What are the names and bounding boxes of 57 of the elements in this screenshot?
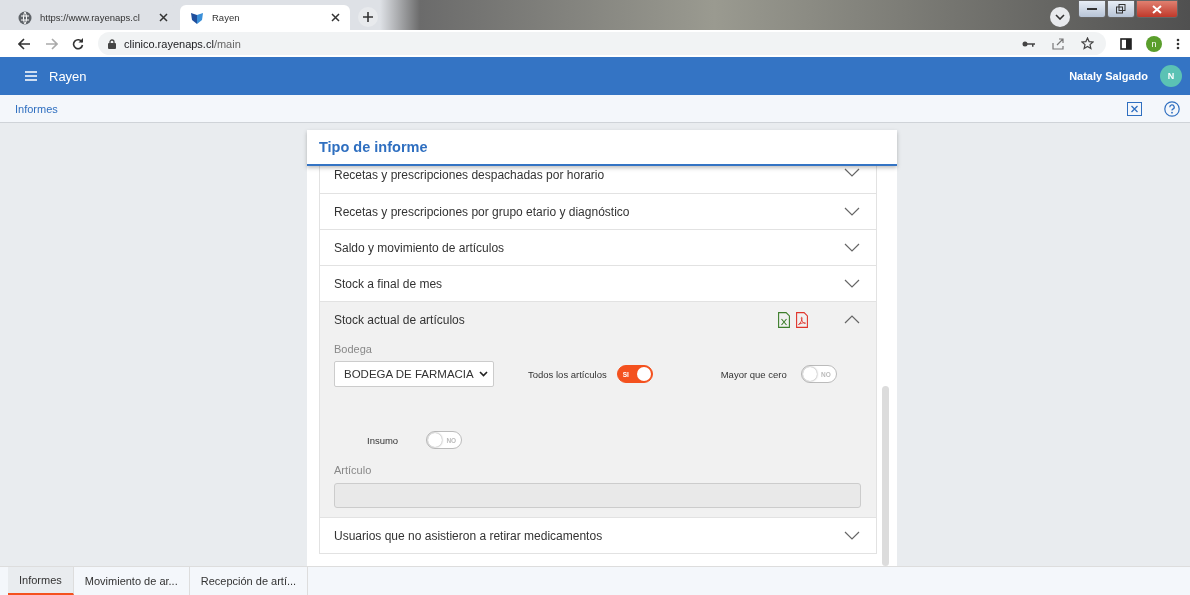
chevron-down-icon[interactable] <box>844 207 860 216</box>
chevron-up-icon[interactable] <box>844 315 860 324</box>
app-title: Rayen <box>49 68 87 84</box>
menu-icon[interactable] <box>1176 37 1180 50</box>
field-label: Artículo <box>334 464 373 476</box>
card-title: Tipo de informe <box>319 139 428 155</box>
chevron-down-icon[interactable] <box>844 243 860 252</box>
toggle-label: Mayor que cero <box>720 368 787 380</box>
report-header[interactable]: Stock a final de mes <box>320 266 876 301</box>
chevron-down-icon <box>1055 14 1065 20</box>
star-icon[interactable] <box>1081 37 1094 50</box>
bottom-tab[interactable]: Informes <box>8 567 74 595</box>
pdf-file-icon[interactable] <box>796 311 808 328</box>
help-icon[interactable] <box>1164 100 1180 117</box>
minimize-button[interactable] <box>1078 0 1106 18</box>
new-tab-button[interactable] <box>358 7 378 27</box>
minimize-icon <box>1087 7 1097 11</box>
close-icon[interactable] <box>331 13 340 22</box>
field-label: Bodega <box>334 343 373 355</box>
lock-icon <box>108 38 116 49</box>
toggle-label: Insumo <box>367 434 399 446</box>
browser-tab[interactable]: Rayen <box>180 5 350 30</box>
report-header[interactable]: Stock actual de artículos <box>320 302 876 337</box>
globe-icon <box>18 10 32 25</box>
close-icon[interactable] <box>159 13 168 22</box>
caret-icon <box>479 371 488 377</box>
breadcrumb[interactable]: Informes <box>15 102 58 115</box>
scrollbar[interactable] <box>882 386 889 566</box>
user-name[interactable]: Nataly Salgado <box>1069 70 1148 82</box>
report-header[interactable]: Recetas y prescripciones despachadas por horario <box>320 166 876 193</box>
tab-search-button[interactable] <box>1050 7 1070 27</box>
chevron-down-icon[interactable] <box>844 531 860 540</box>
key-icon[interactable] <box>1022 39 1036 48</box>
report-header[interactable]: Saldo y movimiento de artículos <box>320 230 876 265</box>
reload-icon[interactable] <box>72 37 84 50</box>
back-icon[interactable] <box>18 37 31 50</box>
report-header[interactable]: Usuarios que no asistieron a retirar medicamentos <box>320 518 876 553</box>
chevron-down-icon[interactable] <box>844 279 860 288</box>
bottom-tab[interactable]: Movimiento de ar... <box>73 567 190 595</box>
report-header[interactable]: Recetas y prescripciones por grupo etario y diagnóstico <box>320 194 876 229</box>
excel-file-icon[interactable] <box>778 311 790 328</box>
toggle-label: Todos los artículos <box>528 368 607 380</box>
logo-icon <box>190 10 204 25</box>
plus-icon <box>363 12 373 22</box>
share-icon[interactable] <box>1052 37 1065 50</box>
address-bar[interactable]: clinico.rayenaps.cl/main <box>98 32 1106 55</box>
sidebar-icon[interactable] <box>1120 37 1132 50</box>
close-window-button[interactable] <box>1136 0 1178 18</box>
url-text: clinico.rayenaps.cl/main <box>124 37 241 50</box>
chevron-down-icon[interactable] <box>844 168 860 177</box>
close-icon <box>1152 4 1162 14</box>
close-box-icon[interactable] <box>1127 101 1142 116</box>
bottom-tab[interactable]: Recepción de artí... <box>189 567 309 595</box>
article-input[interactable] <box>334 483 861 508</box>
restore-icon <box>1116 4 1126 14</box>
maximize-button[interactable] <box>1107 0 1135 18</box>
warehouse-select[interactable]: BODEGA DE FARMACIA <box>334 361 494 387</box>
